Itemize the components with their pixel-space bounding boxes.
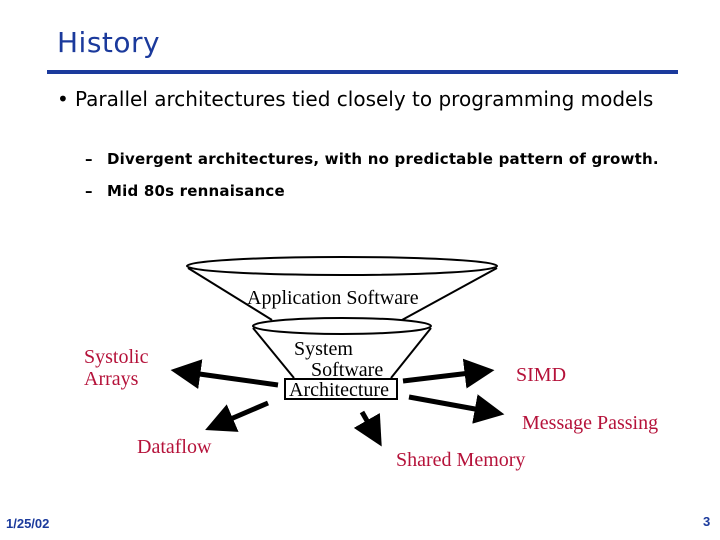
arrow-to-simd xyxy=(402,358,495,389)
system-funnel-rim xyxy=(252,317,432,335)
system-funnel-right-edge xyxy=(390,327,432,379)
footer-date: 1/25/02 xyxy=(6,516,50,531)
arrow-to-systolic-arrays xyxy=(170,359,279,389)
application-software-label: Application Software xyxy=(247,287,419,309)
architecture-label: Architecture xyxy=(289,379,389,401)
message-passing-label: Message Passing xyxy=(522,412,659,434)
system-label: System xyxy=(294,338,353,360)
shared-memory-label: Shared Memory xyxy=(396,449,526,471)
application-funnel-rim xyxy=(186,256,498,276)
arrow-to-dataflow xyxy=(205,400,269,432)
arrow-to-shared-memory xyxy=(353,410,382,447)
arrow-to-message-passing xyxy=(408,394,505,424)
architecture-diagram xyxy=(170,256,505,447)
software-label: Software xyxy=(311,359,384,381)
systolic-label: Systolic xyxy=(84,346,149,368)
system-funnel-left-edge xyxy=(252,327,295,379)
architecture-box: Architecture xyxy=(284,378,398,400)
simd-label: SIMD xyxy=(516,364,567,386)
page-number: 3 xyxy=(703,514,711,529)
arrays-label: Arrays xyxy=(84,368,139,390)
dataflow-label: Dataflow xyxy=(137,436,212,458)
